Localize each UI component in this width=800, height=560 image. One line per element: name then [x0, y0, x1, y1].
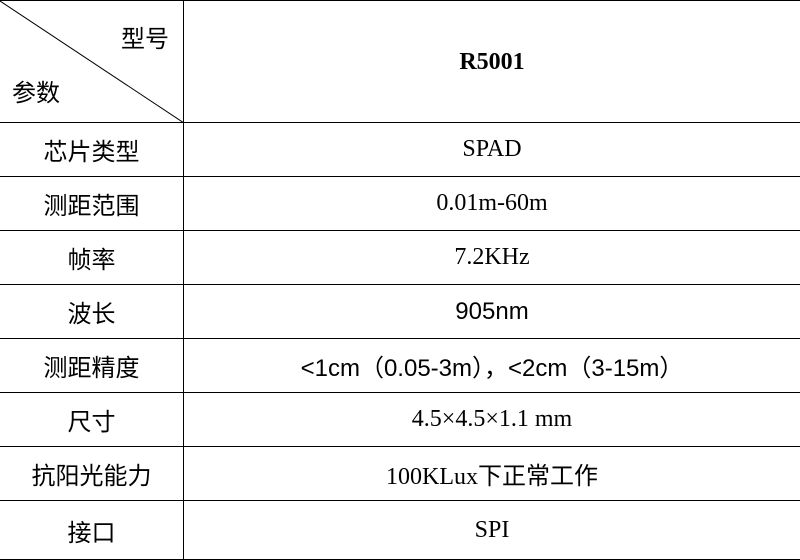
param-value: 100KLux下正常工作 — [386, 464, 598, 490]
diagonal-header-cell: 型号 参数 — [0, 1, 184, 123]
param-name: 尺寸 — [0, 393, 184, 446]
param-value: 0.01m-60m — [436, 190, 548, 216]
table-row: 尺寸 4.5×4.5×1.1 mm — [0, 393, 800, 447]
table-header: 型号 参数 R5001 — [0, 1, 800, 123]
param-column-label: 参数 — [12, 79, 60, 107]
param-value: 7.2KHz — [454, 244, 530, 270]
model-value: R5001 — [459, 48, 525, 75]
param-value: SPI — [474, 516, 510, 543]
table-row: 接口 SPI — [0, 501, 800, 559]
table-row: 芯片类型 SPAD — [0, 123, 800, 177]
param-name: 接口 — [0, 501, 184, 559]
table-row: 抗阳光能力 100KLux下正常工作 — [0, 447, 800, 501]
table-row: 测距范围 0.01m-60m — [0, 177, 800, 231]
param-name: 抗阳光能力 — [0, 447, 184, 500]
param-value: SPAD — [462, 136, 522, 162]
param-value: 4.5×4.5×1.1 mm — [411, 406, 573, 432]
table-row: 波长 905nm — [0, 285, 800, 339]
model-column-label: 型号 — [121, 25, 169, 53]
param-value: <1cm（0.05-3m），<2cm（3-15m） — [300, 355, 684, 382]
table-row: 测距精度 <1cm（0.05-3m），<2cm（3-15m） — [0, 339, 800, 393]
spec-table: 型号 参数 R5001 芯片类型 SPAD 测距范围 0.01m-60m 帧率 … — [0, 0, 800, 560]
param-name: 测距精度 — [0, 339, 184, 392]
param-value: 905nm — [455, 297, 529, 325]
param-name: 波长 — [0, 285, 184, 338]
param-name: 测距范围 — [0, 177, 184, 230]
param-name: 芯片类型 — [0, 123, 184, 176]
param-name: 帧率 — [0, 231, 184, 284]
table-row: 帧率 7.2KHz — [0, 231, 800, 285]
